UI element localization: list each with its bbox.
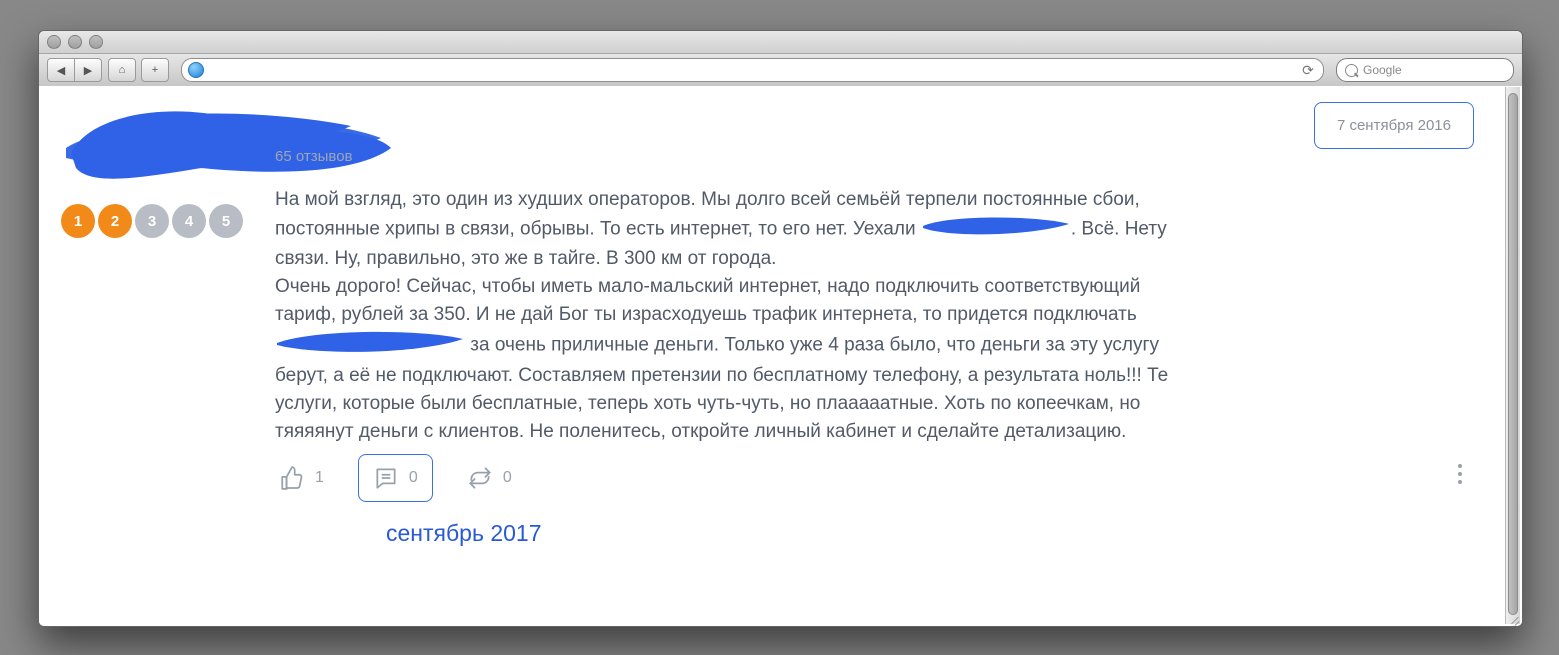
redacted-author [61, 106, 271, 191]
home-icon: ⌂ [119, 64, 126, 76]
search-icon [1345, 64, 1358, 77]
page-content: 65 отзывов 1 2 3 4 5 7 сентября 2016 На … [39, 86, 1522, 626]
rating-2: 2 [98, 204, 132, 238]
review-actions: 1 0 0 [279, 454, 512, 502]
address-bar[interactable]: ⟳ [181, 58, 1324, 82]
like-count: 1 [315, 469, 324, 487]
close-window-button[interactable] [47, 35, 61, 49]
redaction-inline-2 [275, 329, 465, 362]
search-field[interactable]: Google [1336, 58, 1514, 82]
window-controls [47, 35, 103, 49]
minimize-window-button[interactable] [68, 35, 82, 49]
window-titlebar [39, 31, 1522, 54]
review-date: 7 сентября 2016 [1314, 102, 1474, 149]
chevron-right-icon: ▶ [84, 64, 92, 77]
browser-toolbar: ◀ ▶ ⌂ + ⟳ Google [39, 54, 1522, 87]
share-icon [467, 465, 493, 491]
section-month-label: сентябрь 2017 [386, 520, 542, 547]
zoom-window-button[interactable] [89, 35, 103, 49]
add-bookmark-button[interactable]: + [141, 58, 169, 82]
rating-4: 4 [172, 204, 206, 238]
resize-grip[interactable] [1506, 610, 1522, 626]
redaction-inline-1 [921, 214, 1071, 245]
share-button[interactable]: 0 [467, 465, 512, 491]
thumbs-up-icon [279, 465, 305, 491]
rating-3: 3 [135, 204, 169, 238]
comment-button[interactable]: 0 [358, 454, 433, 502]
back-button[interactable]: ◀ [47, 58, 75, 82]
more-menu-button[interactable] [1458, 464, 1462, 484]
rating-bar: 1 2 3 4 5 [61, 204, 243, 238]
home-button[interactable]: ⌂ [108, 58, 136, 82]
review-body: На мой взгляд, это один из худших операт… [275, 186, 1205, 446]
reload-button[interactable]: ⟳ [1299, 61, 1317, 79]
share-count: 0 [503, 469, 512, 487]
forward-button[interactable]: ▶ [74, 58, 102, 82]
globe-icon [188, 62, 204, 78]
plus-icon: + [152, 64, 158, 76]
scrollbar-thumb[interactable] [1508, 93, 1518, 615]
like-button[interactable]: 1 [279, 465, 324, 491]
rating-5: 5 [209, 204, 243, 238]
browser-window: ◀ ▶ ⌂ + ⟳ Google [38, 30, 1523, 627]
chevron-left-icon: ◀ [57, 64, 65, 77]
vertical-scrollbar[interactable] [1505, 87, 1520, 624]
search-placeholder: Google [1363, 63, 1402, 77]
comment-icon [373, 465, 399, 491]
author-review-count: 65 отзывов [275, 148, 353, 165]
comment-count: 0 [409, 469, 418, 487]
rating-1: 1 [61, 204, 95, 238]
